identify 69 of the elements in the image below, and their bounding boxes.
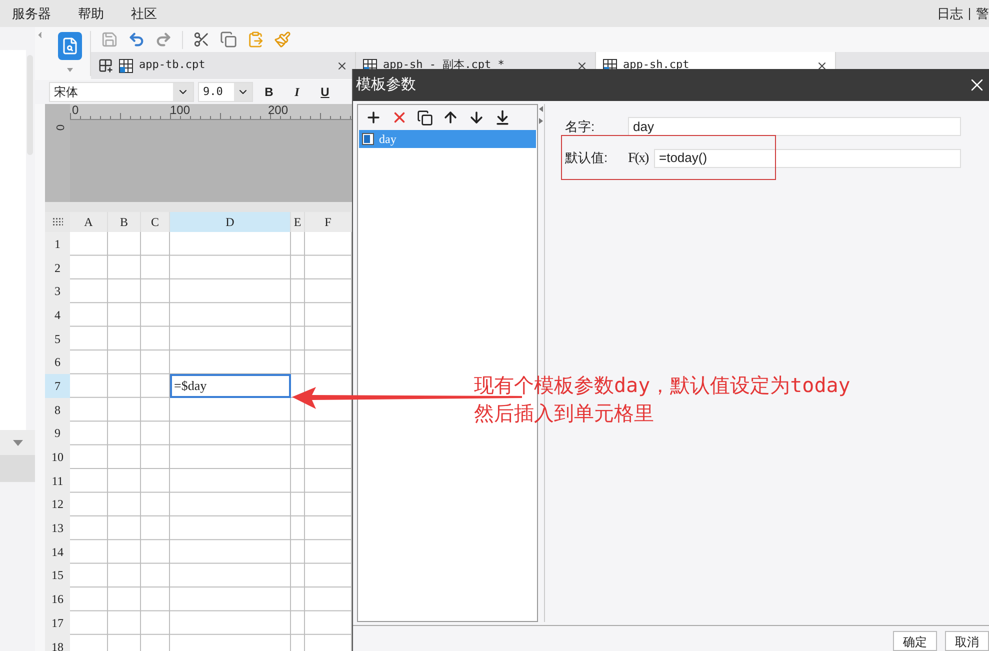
close-icon[interactable] [576, 60, 588, 72]
formula-button[interactable]: F(x) [628, 148, 646, 168]
row-header[interactable]: 3 [45, 279, 70, 304]
column-header[interactable]: E [291, 212, 305, 232]
annotation-text: 然后插入到单元格里 [474, 400, 655, 427]
table-cell[interactable]: =$day [170, 374, 291, 398]
input-field[interactable]: =today() [654, 148, 961, 168]
parameter-icon [362, 133, 374, 145]
dialog-button[interactable]: 取消 [945, 631, 989, 651]
row-header[interactable]: 12 [45, 492, 70, 516]
font-select[interactable]: 宋体 [49, 82, 194, 102]
row-header[interactable]: 4 [45, 303, 70, 327]
caret-icon[interactable] [12, 440, 22, 446]
row-header[interactable]: 16 [45, 587, 70, 611]
move-down-icon[interactable] [468, 109, 485, 126]
tab-label: app-tb.cpt [139, 57, 206, 74]
tab-label: app-sh - 副本.cpt * [383, 57, 504, 74]
menu-item[interactable]: 警 [976, 4, 989, 24]
table-file-icon [119, 58, 133, 72]
report-icon[interactable] [58, 32, 82, 60]
redo-icon[interactable] [155, 31, 172, 48]
format-button[interactable]: I [285, 82, 309, 102]
caret-icon[interactable] [67, 68, 73, 72]
scrollbar[interactable] [27, 55, 33, 155]
save-icon[interactable] [101, 31, 118, 48]
close-icon[interactable] [816, 60, 828, 72]
menu-item[interactable]: 服务器 [12, 4, 51, 24]
ruler-label: 0 [54, 124, 65, 131]
field-label: 名字: [565, 118, 596, 136]
row-header[interactable]: 18 [45, 634, 70, 651]
tab-label: app-sh.cpt [623, 57, 690, 74]
splitter-arrows-icon[interactable] [539, 106, 543, 124]
row-header[interactable]: 15 [45, 564, 70, 588]
sort-icon[interactable] [494, 109, 511, 126]
row-header[interactable]: 5 [45, 326, 70, 350]
annotation-text: 现有个模板参数day，默认值设定为today [474, 372, 850, 399]
new-sheet-icon[interactable] [98, 58, 113, 73]
row-header[interactable]: 1 [45, 232, 70, 256]
menu-item[interactable]: 帮助 [78, 4, 104, 24]
add-icon[interactable] [365, 109, 382, 126]
ruler-label: 0 [72, 104, 79, 116]
format-button[interactable]: U [313, 82, 337, 102]
row-header[interactable]: 13 [45, 516, 70, 540]
dialog-button[interactable]: 确定 [893, 631, 937, 651]
format-brush-icon[interactable] [274, 31, 291, 48]
row-header[interactable]: 2 [45, 256, 70, 280]
row-header[interactable]: 7 [45, 374, 70, 398]
row-header[interactable]: 10 [45, 445, 70, 469]
cut-icon[interactable] [193, 31, 210, 48]
ruler-label: 100 [170, 104, 190, 116]
size-select[interactable]: 9.0 [198, 82, 253, 102]
column-header[interactable]: D [170, 212, 291, 232]
format-button[interactable]: B [257, 82, 281, 102]
row-header[interactable]: 17 [45, 611, 70, 635]
row-header[interactable]: 9 [45, 422, 70, 446]
input-field[interactable]: day [628, 117, 961, 136]
row-header[interactable]: 11 [45, 468, 70, 493]
undo-icon[interactable] [128, 31, 145, 48]
row-header[interactable]: 8 [45, 398, 70, 422]
close-icon[interactable] [336, 60, 348, 72]
field-label: 默认值: [565, 149, 609, 168]
move-up-icon[interactable] [442, 109, 459, 126]
menu-item[interactable]: 日志 [937, 4, 963, 24]
row-header[interactable]: 6 [45, 350, 70, 374]
menu-item[interactable]: 社区 [131, 4, 157, 24]
ruler-label: 200 [268, 104, 288, 116]
copy-icon[interactable] [417, 110, 433, 126]
row-header[interactable]: 14 [45, 540, 70, 564]
select-all-icon[interactable] [52, 218, 62, 226]
